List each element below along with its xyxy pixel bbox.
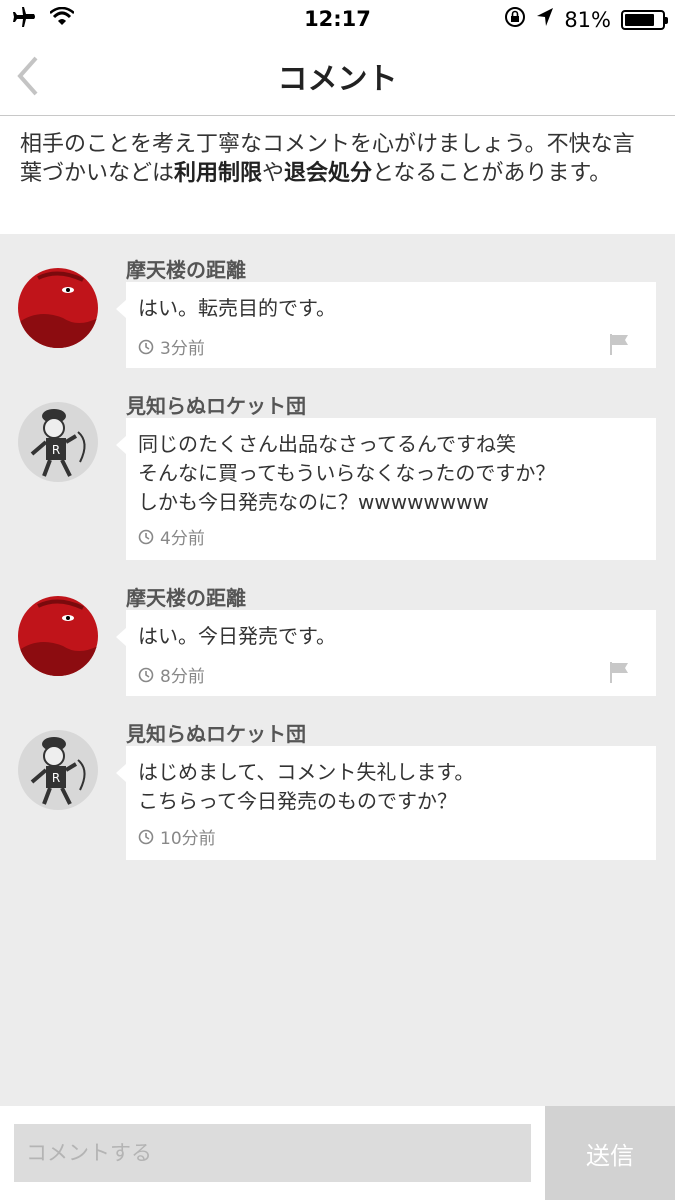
comment-input[interactable] (14, 1124, 531, 1182)
battery-percent: 81% (564, 7, 611, 32)
notice-bold-withdrawal: 退会処分 (284, 161, 373, 186)
comment-guideline-notice: 相手のことを考え丁寧なコメントを心がけましょう。不快な言葉づかいなどは利用制限や… (0, 116, 675, 234)
report-flag-icon[interactable] (608, 332, 630, 356)
orientation-lock-icon (504, 6, 526, 33)
comment-time: 10分前 (160, 829, 216, 849)
clock-icon (138, 667, 154, 682)
location-icon (536, 7, 554, 32)
rocket-grunt-avatar[interactable]: R (18, 402, 98, 482)
battery-icon (621, 9, 668, 30)
comment-username: 摩天楼の距離 (126, 258, 246, 282)
comment-username: 見知らぬロケット団 (126, 722, 306, 746)
red-face-avatar[interactable] (18, 268, 98, 348)
clock-icon (138, 829, 154, 844)
comment-bubble: はい。転売目的です。 3分前 (116, 282, 656, 368)
comment-timestamp: 4分前 (138, 524, 205, 549)
comment-time: 4分前 (160, 529, 205, 549)
send-button[interactable]: 送信 (545, 1106, 675, 1200)
clock-icon (138, 529, 154, 544)
comment-message: 同じのたくさん出品なさってるんですね笑 そんなに買ってもういらなくなったのですか… (138, 432, 556, 514)
notice-text-2: や (262, 161, 285, 186)
notice-text-3: となることがあります。 (372, 161, 612, 186)
notice-bold-usage-restriction: 利用制限 (174, 161, 263, 186)
comment-input-bar: 送信 (0, 1106, 675, 1200)
battery-level (625, 13, 654, 26)
comment-time: 3分前 (160, 339, 205, 359)
svg-text:R: R (52, 771, 60, 785)
svg-text:R: R (52, 443, 60, 457)
comment-username: 摩天楼の距離 (126, 586, 246, 610)
comment-time: 8分前 (160, 667, 205, 687)
comment-bubble: はい。今日発売です。 8分前 (116, 610, 656, 696)
clock-icon (138, 339, 154, 354)
comment-timestamp: 8分前 (138, 662, 205, 687)
comment-message: はい。転売目的です。 (138, 296, 336, 320)
comment-bubble: 同じのたくさん出品なさってるんですね笑 そんなに買ってもういらなくなったのですか… (116, 418, 656, 560)
comment-username: 見知らぬロケット団 (126, 394, 306, 418)
status-bar: 12:17 81% (0, 0, 675, 38)
page-title: コメント (277, 62, 398, 97)
comment-timestamp: 3分前 (138, 334, 205, 359)
comment-timestamp: 10分前 (138, 824, 216, 849)
rocket-grunt-avatar[interactable]: R (18, 730, 98, 810)
comment-bubble: はじめまして、コメント失礼します。 こちらって今日発売のものですか？ 10分前 (116, 746, 656, 860)
comment-message: はい。今日発売です。 (138, 624, 336, 648)
report-flag-icon[interactable] (608, 660, 630, 684)
comment-message: はじめまして、コメント失礼します。 こちらって今日発売のものですか？ (138, 760, 475, 813)
red-face-avatar[interactable] (18, 596, 98, 676)
nav-bar: コメント (0, 38, 675, 116)
